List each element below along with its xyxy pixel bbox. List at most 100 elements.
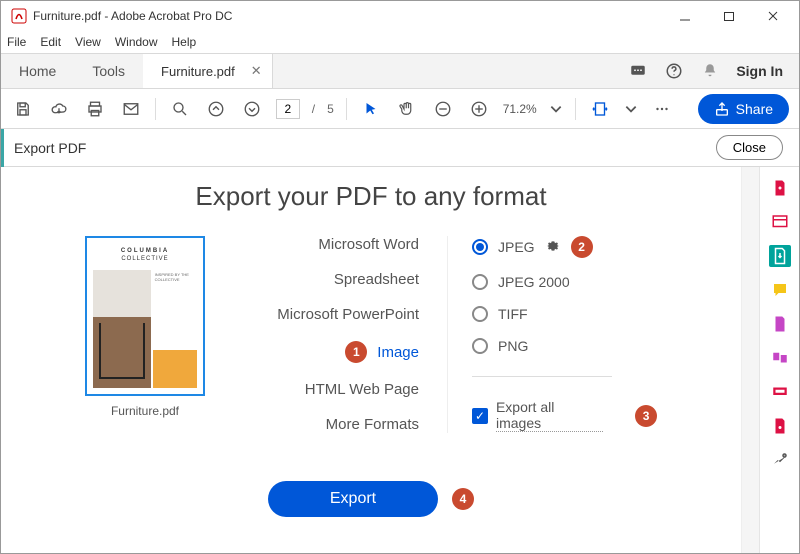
menu-view[interactable]: View: [75, 35, 101, 49]
option-png-label: PNG: [498, 338, 528, 354]
radio-icon: [472, 274, 488, 290]
badge-3: 3: [635, 405, 657, 427]
notifications-icon[interactable]: [628, 61, 648, 81]
thumb-text: INSPIRED BY THE COLLECTIVE: [153, 270, 197, 350]
page-number-input[interactable]: [276, 99, 300, 119]
zoom-out-icon[interactable]: [431, 97, 455, 121]
protect-icon[interactable]: [769, 415, 791, 437]
page-down-icon[interactable]: [240, 97, 264, 121]
menu-file[interactable]: File: [7, 35, 26, 49]
option-jpeg2000[interactable]: JPEG 2000: [472, 274, 657, 290]
zoom-dropdown-icon[interactable]: [549, 97, 563, 121]
format-spreadsheet[interactable]: Spreadsheet: [239, 271, 419, 288]
radio-icon: [472, 306, 488, 322]
image-options: JPEG 2 JPEG 2000 TIFF PNG: [447, 236, 657, 433]
comment-icon[interactable]: [769, 279, 791, 301]
organize-pages-icon[interactable]: [769, 313, 791, 335]
toolbar-sep: [155, 98, 156, 120]
export-all-images-label: Export all images: [496, 399, 603, 432]
option-tiff-label: TIFF: [498, 306, 528, 322]
search-icon[interactable]: [168, 97, 192, 121]
help-icon[interactable]: [664, 61, 684, 81]
tab-home[interactable]: Home: [1, 54, 74, 88]
close-panel-button[interactable]: Close: [716, 135, 783, 160]
zoom-in-icon[interactable]: [467, 97, 491, 121]
export-pdf-icon[interactable]: [769, 245, 791, 267]
zoom-value[interactable]: 71.2%: [503, 102, 537, 116]
print-icon[interactable]: [83, 97, 107, 121]
format-word[interactable]: Microsoft Word: [239, 236, 419, 253]
badge-2: 2: [571, 236, 593, 258]
format-image-label: Image: [377, 344, 419, 361]
menu-help[interactable]: Help: [172, 35, 197, 49]
thumb-chair-image: [93, 270, 151, 388]
content: Export your PDF to any format COLUMBIA C…: [1, 167, 741, 553]
combine-files-icon[interactable]: [769, 347, 791, 369]
thumbnail-caption: Furniture.pdf: [111, 404, 179, 418]
toolbar-sep: [575, 98, 576, 120]
option-png[interactable]: PNG: [472, 338, 657, 354]
option-jpeg2000-label: JPEG 2000: [498, 274, 570, 290]
edit-pdf-icon[interactable]: [769, 211, 791, 233]
redact-icon[interactable]: [769, 381, 791, 403]
export-bar: Export PDF Close: [1, 129, 799, 167]
window-title: Furniture.pdf - Adobe Acrobat Pro DC: [33, 9, 663, 23]
gear-icon[interactable]: [545, 238, 561, 257]
fit-width-icon[interactable]: [588, 97, 612, 121]
bell-icon[interactable]: [700, 61, 720, 81]
create-pdf-icon[interactable]: [769, 177, 791, 199]
export-pdf-title: Export PDF: [14, 140, 86, 156]
format-powerpoint[interactable]: Microsoft PowerPoint: [239, 306, 419, 323]
sign-in-link[interactable]: Sign In: [736, 63, 783, 79]
window-maximize-button[interactable]: [707, 1, 751, 31]
more-tools-icon[interactable]: [650, 97, 674, 121]
window-close-button[interactable]: [751, 1, 795, 31]
right-rail: +: [759, 167, 799, 553]
badge-1: 1: [345, 341, 367, 363]
cloud-icon[interactable]: [47, 97, 71, 121]
toolbar: / 5 71.2% Share: [1, 89, 799, 129]
share-button-label: Share: [736, 101, 773, 117]
tab-document-label: Furniture.pdf: [161, 64, 235, 79]
radio-icon: [472, 239, 488, 255]
fit-dropdown-icon[interactable]: [624, 97, 638, 121]
option-jpeg[interactable]: JPEG 2: [472, 236, 657, 258]
thumb-title: COLUMBIA: [93, 248, 197, 254]
radio-icon: [472, 338, 488, 354]
share-button[interactable]: Share: [698, 94, 789, 124]
format-html[interactable]: HTML Web Page: [239, 381, 419, 398]
titlebar: Furniture.pdf - Adobe Acrobat Pro DC: [1, 1, 799, 31]
document-thumbnail[interactable]: COLUMBIA COLLECTIVE INSPIRED BY THE COLL…: [85, 236, 205, 396]
thumb-accent: [153, 350, 197, 388]
vertical-scrollbar[interactable]: [741, 167, 759, 553]
option-jpeg-label: JPEG: [498, 239, 535, 255]
svg-text:+: +: [783, 454, 785, 458]
thumb-subtitle: COLLECTIVE: [93, 256, 197, 262]
menubar: File Edit View Window Help: [1, 31, 799, 53]
window-minimize-button[interactable]: [663, 1, 707, 31]
tab-tools[interactable]: Tools: [74, 54, 143, 88]
panel-accent: [1, 129, 4, 167]
save-icon[interactable]: [11, 97, 35, 121]
menu-window[interactable]: Window: [115, 35, 158, 49]
option-tiff[interactable]: TIFF: [472, 306, 657, 322]
export-all-images-checkbox[interactable]: ✓ Export all images 3: [472, 399, 657, 432]
page-total: 5: [327, 102, 334, 116]
select-tool-icon[interactable]: [359, 97, 383, 121]
export-button[interactable]: Export: [268, 481, 438, 517]
page-up-icon[interactable]: [204, 97, 228, 121]
acrobat-app-icon: [11, 8, 27, 24]
badge-4: 4: [452, 488, 474, 510]
page-heading: Export your PDF to any format: [1, 181, 741, 212]
format-image[interactable]: 1 Image: [239, 341, 419, 363]
tab-document[interactable]: Furniture.pdf ✕: [143, 54, 273, 88]
tabs-row: Home Tools Furniture.pdf ✕ Sign In: [1, 53, 799, 89]
thumbnail-column: COLUMBIA COLLECTIVE INSPIRED BY THE COLL…: [85, 236, 205, 433]
hand-tool-icon[interactable]: [395, 97, 419, 121]
main: Export your PDF to any format COLUMBIA C…: [1, 167, 799, 553]
close-tab-icon[interactable]: ✕: [251, 63, 262, 79]
mail-icon[interactable]: [119, 97, 143, 121]
more-tools-rail-icon[interactable]: +: [769, 449, 791, 471]
menu-edit[interactable]: Edit: [40, 35, 61, 49]
format-more[interactable]: More Formats: [239, 416, 419, 433]
